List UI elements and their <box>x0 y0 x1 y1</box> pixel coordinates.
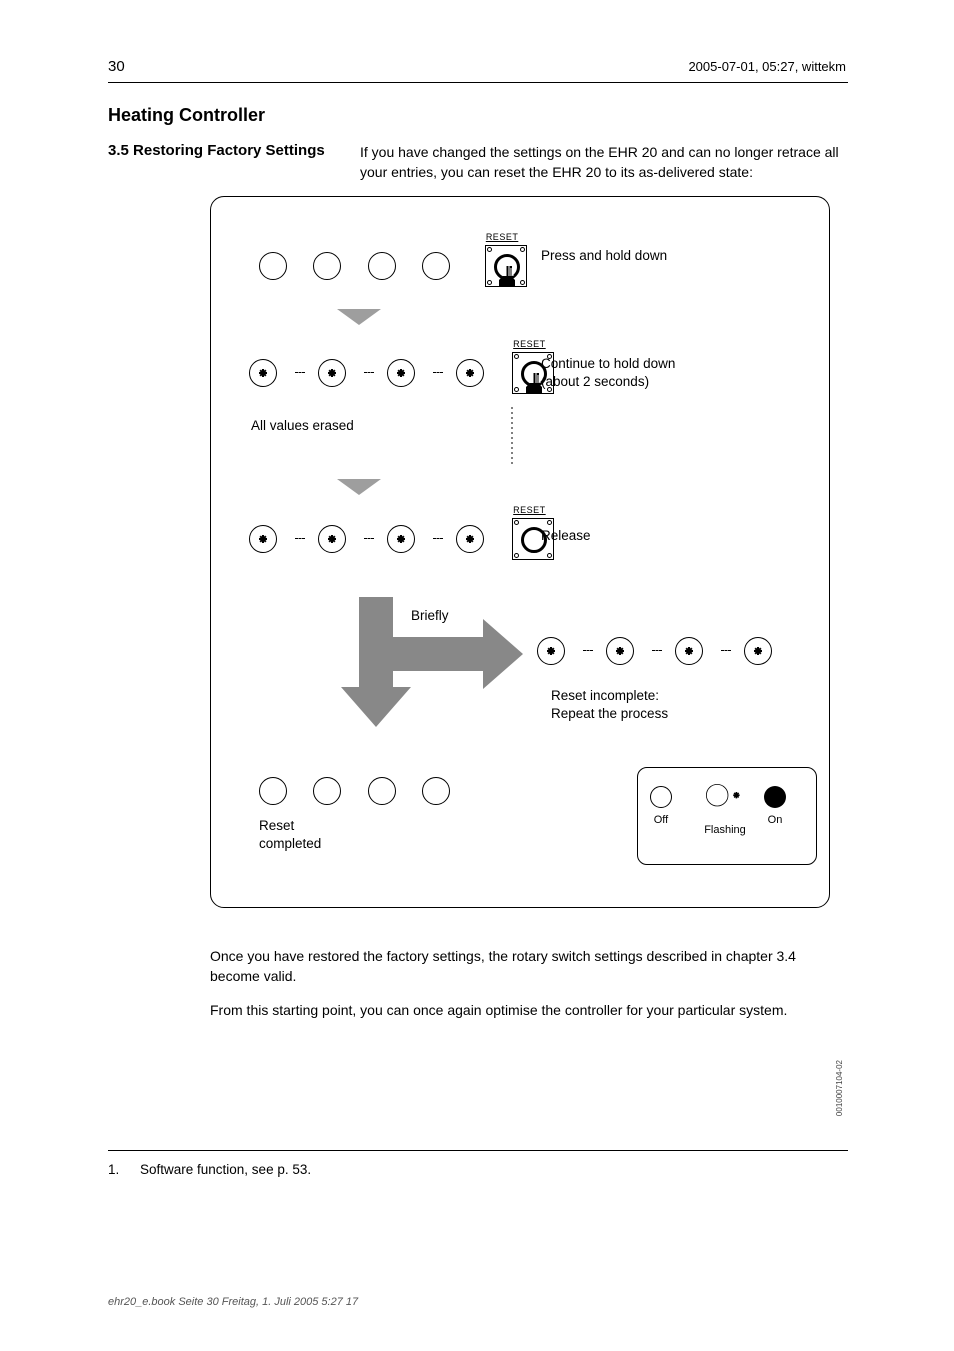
row-1-leds-off: RESET <box>259 245 527 287</box>
led-off-icon <box>259 777 287 805</box>
led-flash-icon <box>734 627 782 675</box>
led-flash-icon <box>527 627 575 675</box>
led-off-icon <box>368 777 396 805</box>
doc-id: 0010007104-02 <box>834 1060 846 1116</box>
reset-label: RESET <box>513 505 546 515</box>
led-flash-icon <box>239 515 287 563</box>
footnote-text: Software function, see p. 53. <box>140 1160 311 1180</box>
header-rule <box>108 82 848 83</box>
legend-box: Off Flashing On <box>637 767 817 865</box>
led-off-icon <box>368 252 396 280</box>
arrow-down-small-icon <box>337 309 381 325</box>
led-off-icon <box>313 777 341 805</box>
led-flash-icon <box>665 627 713 675</box>
led-on-icon <box>764 786 786 808</box>
legend-flashing-label: Flashing <box>698 824 752 836</box>
page-number: 30 <box>108 58 125 75</box>
arrow-right-label: Briefly <box>411 607 449 625</box>
doc-title: Heating Controller <box>108 105 265 126</box>
led-off-icon <box>313 252 341 280</box>
row2-label-a: Continue to hold down <box>541 355 675 373</box>
led-flash-icon <box>308 349 356 397</box>
legend-on-label: On <box>764 814 786 826</box>
led-off-icon <box>650 786 672 808</box>
led-flash-icon <box>239 349 287 397</box>
row2-label-b: (about 2 seconds) <box>541 373 649 391</box>
source-filepath: ehr20_e.book Seite 30 Freitag, 1. Juli 2… <box>108 1295 358 1311</box>
row3-label: Release <box>541 527 591 545</box>
led-off-icon <box>422 252 450 280</box>
reset-label: RESET <box>486 232 519 242</box>
paragraph-2: From this starting point, you can once a… <box>210 1000 830 1020</box>
dotted-line-icon <box>511 407 513 467</box>
row-branch-leds-flash <box>527 627 788 675</box>
reset-diagram-frame: RESET Press and hold down <box>210 196 830 908</box>
led-flash-icon <box>698 776 736 814</box>
led-flash-icon <box>446 349 494 397</box>
footnote-rule <box>108 1150 848 1151</box>
row-3-leds-flash: RESET <box>239 515 554 563</box>
row-2-leds-flash: RESET <box>239 349 554 397</box>
legend-off-label: Off <box>650 814 672 826</box>
intro-paragraph: If you have changed the settings on the … <box>360 142 850 183</box>
led-off-icon <box>422 777 450 805</box>
led-flash-icon <box>596 627 644 675</box>
result-fail-label: Reset incomplete: Repeat the process <box>551 687 668 723</box>
reset-button-press: RESET <box>485 245 527 287</box>
header-meta: 2005-07-01, 05:27, wittekm <box>688 58 846 77</box>
row4-label: All values erased <box>251 417 354 435</box>
footnote-number: 1. <box>108 1160 119 1180</box>
led-flash-icon <box>446 515 494 563</box>
row-result-leds-off <box>259 777 472 805</box>
section-heading: 3.5 Restoring Factory Settings <box>108 142 325 159</box>
result-ok-label: Reset completed <box>259 817 321 853</box>
led-off-icon <box>259 252 287 280</box>
row1-label: Press and hold down <box>541 247 667 265</box>
arrow-down-small-icon <box>337 479 381 495</box>
paragraph-1: Once you have restored the factory setti… <box>210 946 830 987</box>
reset-label: RESET <box>513 339 546 349</box>
led-flash-icon <box>377 349 425 397</box>
led-flash-icon <box>308 515 356 563</box>
led-flash-icon <box>377 515 425 563</box>
